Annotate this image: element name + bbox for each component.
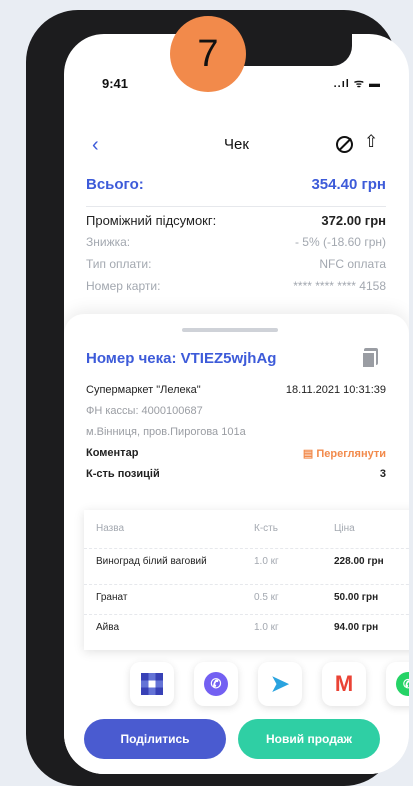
page-title: Чек	[224, 136, 249, 153]
nav-bar: ‹ Чек ⇧	[64, 130, 409, 160]
receipt-number: Номер чека: VTIEZ5wjhAg	[86, 350, 277, 367]
subtotal-value: 372.00 грн	[321, 213, 386, 228]
table-header: Назва К-сть Ціна	[84, 516, 409, 540]
qr-code-icon	[141, 673, 163, 695]
status-icons: ..ıl ᯤ ▬	[333, 78, 381, 90]
item-qty: 1.0 кг	[254, 622, 279, 633]
copy-icon[interactable]	[361, 348, 378, 369]
payment-value: NFC оплата	[319, 257, 386, 271]
telegram-icon: ➤	[270, 671, 290, 696]
share-icon[interactable]: ⇧	[364, 132, 378, 152]
comment-label: Коментар	[86, 447, 139, 459]
sheet-drag-handle[interactable]	[182, 328, 278, 332]
discount-value: - 5% (-18.60 грн)	[294, 235, 386, 249]
gmail-button[interactable]: M	[322, 662, 366, 706]
card-value: **** **** **** 4158	[293, 279, 386, 293]
item-name: Виноград білий ваговий	[96, 556, 207, 567]
step-badge: 7	[170, 16, 246, 92]
positions-label: К-сть позицій	[86, 468, 160, 480]
phone-frame: 9:41 ..ıl ᯤ ▬ ‹ Чек ⇧ Всього: 354.40 грн…	[26, 10, 409, 786]
receipt-datetime: 18.11.2021 10:31:39	[285, 384, 386, 396]
comment-row: Коментар ▤ Переглянути	[86, 447, 386, 468]
share-options: ✆ ➤ M ✆	[130, 662, 409, 712]
receipt-summary: Всього: 354.40 грн Проміжний підсумокг: …	[86, 176, 386, 301]
address-row: м.Вінниця, пров.Пирогова 101а	[86, 426, 386, 447]
viber-button[interactable]: ✆	[194, 662, 238, 706]
header-name: Назва	[96, 522, 125, 534]
viber-icon: ✆	[204, 672, 228, 696]
subtotal-row: Проміжний підсумокг: 372.00 грн	[86, 213, 386, 235]
receipt-details-sheet: Номер чека: VTIEZ5wjhAg Супермаркет "Лел…	[64, 314, 409, 774]
telegram-button[interactable]: ➤	[258, 662, 302, 706]
cancel-receipt-icon[interactable]	[336, 136, 353, 153]
item-name: Айва	[96, 622, 120, 633]
share-button[interactable]: Поділитись	[84, 719, 226, 759]
table-row: Айва 1.0 кг 94.00 грн	[84, 614, 409, 640]
header-qty: К-сть	[254, 522, 278, 534]
positions-value: 3	[379, 468, 386, 480]
items-table: Назва К-сть Ціна Виноград білий ваговий …	[84, 510, 409, 650]
store-address: м.Вінниця, пров.Пирогова 101а	[86, 426, 246, 438]
card-row: Номер карти: **** **** **** 4158	[86, 279, 386, 301]
divider	[86, 206, 386, 207]
discount-row: Знижка: - 5% (-18.60 грн)	[86, 235, 386, 257]
gmail-icon: M	[334, 671, 354, 696]
new-sale-button[interactable]: Новий продаж	[238, 719, 380, 759]
payment-row: Тип оплати: NFC оплата	[86, 257, 386, 279]
item-qty: 1.0 кг	[254, 556, 279, 567]
view-comment-link[interactable]: ▤ Переглянути	[303, 447, 386, 468]
whatsapp-icon: ✆	[396, 672, 409, 696]
total-value: 354.40 грн	[311, 176, 386, 193]
store-row: Супермаркет "Лелека" 18.11.2021 10:31:39	[86, 384, 386, 405]
item-price: 50.00 грн	[334, 592, 379, 603]
payment-label: Тип оплати:	[86, 257, 152, 271]
subtotal-label: Проміжний підсумокг:	[86, 213, 217, 228]
total-label: Всього:	[86, 176, 144, 193]
receipt-screen: 9:41 ..ıl ᯤ ▬ ‹ Чек ⇧ Всього: 354.40 грн…	[64, 34, 409, 774]
discount-label: Знижка:	[86, 235, 131, 249]
card-label: Номер карти:	[86, 279, 161, 293]
header-price: Ціна	[334, 522, 355, 534]
view-comment-label: Переглянути	[316, 448, 386, 460]
item-qty: 0.5 кг	[254, 592, 279, 603]
store-name: Супермаркет "Лелека"	[86, 384, 201, 396]
status-time: 9:41	[102, 76, 129, 91]
table-row: Гранат 0.5 кг 50.00 грн	[84, 584, 409, 610]
total-row: Всього: 354.40 грн	[86, 176, 386, 206]
item-name: Гранат	[96, 592, 128, 603]
receipt-info: Супермаркет "Лелека" 18.11.2021 10:31:39…	[86, 384, 386, 489]
item-price: 94.00 грн	[334, 622, 379, 633]
qr-code-button[interactable]	[130, 662, 174, 706]
fiscal-row: ФН кассы: 4000100687	[86, 405, 386, 426]
positions-row: К-сть позицій 3	[86, 468, 386, 489]
table-row: Виноград білий ваговий 1.0 кг 228.00 грн	[84, 548, 409, 574]
item-price: 228.00 грн	[334, 556, 384, 567]
fiscal-number: ФН кассы: 4000100687	[86, 405, 203, 417]
whatsapp-button[interactable]: ✆	[386, 662, 409, 706]
